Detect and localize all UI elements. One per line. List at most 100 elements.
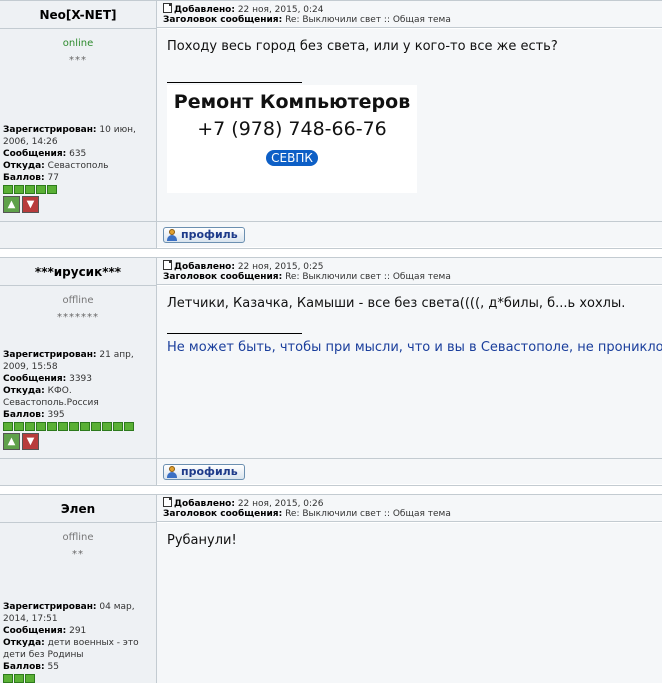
forum-post: ***ирусик*** Добавлено: 22 ноя, 2015, 0:… — [0, 257, 662, 485]
post-meta: Добавлено: 22 ноя, 2015, 0:24 Заголовок … — [157, 1, 662, 28]
level-square — [58, 422, 68, 431]
subject-value: Re: Выключили свет :: Общая тема — [285, 272, 451, 282]
level-square — [25, 674, 35, 683]
forum-post: Элеn Добавлено: 22 ноя, 2015, 0:26 Загол… — [0, 494, 662, 683]
registered-label: Зарегистрирован: — [3, 602, 97, 612]
subject-value: Re: Выключили свет :: Общая тема — [285, 509, 451, 519]
level-bar — [3, 422, 153, 431]
author-details: Зарегистрирован: 21 апр, 2009, 15:58 Соо… — [3, 349, 153, 450]
ad-title: Ремонт Компьютеров — [173, 91, 411, 113]
post-meta: Добавлено: 22 ноя, 2015, 0:26 Заголовок … — [157, 495, 662, 522]
subject-value: Re: Выключили свет :: Общая тема — [285, 15, 451, 25]
post-separator — [0, 485, 662, 494]
from-label: Откуда: — [3, 386, 45, 396]
author-cell: Neo[X-NET] — [0, 1, 157, 29]
from-label: Откуда: — [3, 161, 45, 171]
added-date: 22 ноя, 2015, 0:26 — [237, 499, 324, 509]
subject-label: Заголовок сообщения: — [163, 509, 283, 519]
level-square — [91, 422, 101, 431]
footer-left — [0, 221, 157, 248]
user-icon — [166, 228, 178, 241]
post-body: offline ******* Зарегистрирован: 21 апр,… — [0, 286, 662, 458]
subject-label: Заголовок сообщения: — [163, 272, 283, 282]
level-square — [14, 422, 24, 431]
subject-label: Заголовок сообщения: — [163, 15, 283, 25]
author-name[interactable]: ***ирусик*** — [35, 265, 121, 279]
level-square — [14, 185, 24, 194]
messages-label: Сообщения: — [3, 149, 67, 159]
ad-phone: +7 (978) 748-66-76 — [197, 118, 387, 140]
added-date: 22 ноя, 2015, 0:25 — [237, 262, 324, 272]
author-name[interactable]: Neo[X-NET] — [39, 8, 116, 22]
footer-actions: профиль — [157, 458, 662, 484]
document-icon[interactable] — [163, 497, 172, 507]
level-square — [69, 422, 79, 431]
online-status: online — [62, 38, 94, 49]
signature-ad-banner[interactable]: Ремонт Компьютеров +7 (978) 748-66-76 СЕ… — [167, 85, 417, 193]
profile-button[interactable]: профиль — [163, 463, 245, 480]
level-square — [36, 422, 46, 431]
messages-value: 635 — [69, 149, 87, 159]
points-label: Баллов: — [3, 410, 45, 420]
from-label: Откуда: — [3, 638, 45, 648]
author-details: Зарегистрирован: 04 мар, 2014, 17:51 Соо… — [3, 601, 153, 683]
points-label: Баллов: — [3, 173, 45, 183]
level-square — [14, 674, 24, 683]
post-message: Походу весь город без света, или у кого-… — [167, 39, 558, 54]
post-content: Рубанули! — [157, 523, 662, 683]
author-details: Зарегистрирован: 10 июн, 2006, 14:26 Соо… — [3, 124, 153, 213]
author-cell: ***ирусик*** — [0, 258, 157, 286]
messages-label: Сообщения: — [3, 626, 67, 636]
post-footer: профиль — [0, 221, 662, 248]
messages-value: 3393 — [69, 374, 92, 384]
level-square — [3, 422, 13, 431]
post-content: Летчики, Казачка, Камыши - все без света… — [157, 286, 662, 458]
vote-buttons: ▲ ▼ — [3, 433, 153, 450]
points-label: Баллов: — [3, 662, 45, 672]
document-icon[interactable] — [163, 3, 172, 13]
level-bar — [3, 674, 153, 683]
forum-post: Neo[X-NET] Добавлено: 22 ноя, 2015, 0:24… — [0, 0, 662, 248]
post-message: Летчики, Казачка, Камыши - все без света… — [167, 296, 626, 311]
signature-text: Не может быть, чтобы при мысли, что и вы… — [167, 340, 662, 355]
level-bar — [3, 185, 153, 194]
points-value: 395 — [47, 410, 65, 420]
level-square — [25, 185, 35, 194]
added-label: Добавлено: — [174, 499, 235, 509]
author-name[interactable]: Элеn — [61, 502, 95, 516]
rank-stars: ** — [72, 549, 84, 560]
thumbs-down-icon[interactable]: ▼ — [22, 433, 39, 450]
level-square — [3, 674, 13, 683]
added-date: 22 ноя, 2015, 0:24 — [237, 5, 324, 15]
author-info: online *** Зарегистрирован: 10 июн, 2006… — [0, 29, 157, 221]
thumbs-up-icon[interactable]: ▲ — [3, 196, 20, 213]
post-content: Походу весь город без света, или у кого-… — [157, 29, 662, 221]
post-message: Рубанули! — [167, 533, 237, 548]
registered-label: Зарегистрирован: — [3, 350, 97, 360]
points-value: 77 — [47, 173, 59, 183]
added-label: Добавлено: — [174, 5, 235, 15]
post-body: online *** Зарегистрирован: 10 июн, 2006… — [0, 29, 662, 221]
post-header: ***ирусик*** Добавлено: 22 ноя, 2015, 0:… — [0, 258, 662, 286]
level-square — [124, 422, 134, 431]
messages-label: Сообщения: — [3, 374, 67, 384]
ad-badge[interactable]: СЕВПК — [266, 150, 318, 166]
author-info: offline ******* Зарегистрирован: 21 апр,… — [0, 286, 157, 458]
rank-stars: ******* — [57, 312, 99, 323]
level-square — [80, 422, 90, 431]
user-icon — [166, 465, 178, 478]
document-icon[interactable] — [163, 260, 172, 270]
thumbs-down-icon[interactable]: ▼ — [22, 196, 39, 213]
messages-value: 291 — [69, 626, 87, 636]
thumbs-up-icon[interactable]: ▲ — [3, 433, 20, 450]
registered-label: Зарегистрирован: — [3, 125, 97, 135]
forum-thread: Neo[X-NET] Добавлено: 22 ноя, 2015, 0:24… — [0, 0, 662, 683]
post-footer: профиль — [0, 458, 662, 485]
vote-buttons: ▲ ▼ — [3, 196, 153, 213]
added-label: Добавлено: — [174, 262, 235, 272]
profile-button-label: профиль — [181, 228, 238, 241]
profile-button[interactable]: профиль — [163, 226, 245, 243]
level-square — [3, 185, 13, 194]
online-status: offline — [62, 532, 94, 543]
level-square — [25, 422, 35, 431]
